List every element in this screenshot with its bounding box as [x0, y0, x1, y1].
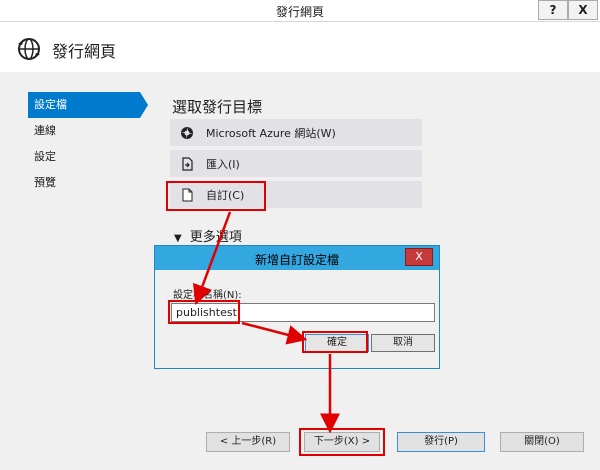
target-import-label: 匯入(I) [206, 157, 240, 171]
dialog-titlebar: 新增自訂設定檔 X [155, 246, 439, 270]
next-button[interactable]: 下一步(X) > [304, 432, 380, 452]
window-title: 發行網頁 [275, 5, 324, 19]
window-close-button[interactable]: X [568, 0, 598, 20]
window-titlebar: 發行網頁 ? X [0, 0, 600, 22]
nav-item-settings[interactable]: 設定 [28, 144, 140, 170]
target-azure-label: Microsoft Azure 網站(W) [206, 126, 336, 140]
more-options-toggle[interactable]: ▼ 更多選項 [174, 226, 242, 245]
nav-item-profile[interactable]: 設定檔 [28, 92, 148, 118]
target-azure[interactable]: Microsoft Azure 網站(W) [170, 119, 422, 146]
help-button[interactable]: ? [538, 0, 568, 20]
profile-name-label: 設定檔名稱(N): [173, 290, 242, 301]
target-import[interactable]: 匯入(I) [170, 150, 422, 177]
target-custom[interactable]: 自訂(C) [170, 181, 422, 208]
new-profile-dialog: 新增自訂設定檔 X 設定檔名稱(N): publishtest 確定 取消 [154, 245, 440, 369]
close-button[interactable]: 關閉(O) [500, 432, 584, 452]
wizard-nav: 設定檔 連線 設定 預覽 [28, 92, 148, 196]
ok-button[interactable]: 確定 [305, 334, 369, 352]
more-options-label: 更多選項 [189, 230, 242, 245]
import-icon [182, 156, 193, 171]
nav-item-connection[interactable]: 連線 [28, 118, 140, 144]
file-icon [182, 188, 193, 201]
previous-button[interactable]: < 上一步(R) [206, 432, 290, 452]
page-title: 發行網頁 [52, 42, 117, 61]
azure-icon [181, 126, 193, 139]
dialog-title: 新增自訂設定檔 [254, 253, 339, 267]
publish-target-list: Microsoft Azure 網站(W) 匯入(I) 自訂(C) [170, 119, 422, 212]
dialog-close-button[interactable]: X [405, 248, 433, 266]
globe-icon [18, 38, 40, 60]
publish-button[interactable]: 發行(P) [397, 432, 485, 452]
nav-item-preview[interactable]: 預覽 [28, 170, 140, 196]
target-custom-label: 自訂(C) [206, 188, 245, 202]
wizard-header: 發行網頁 [0, 22, 600, 72]
profile-name-input[interactable]: publishtest [171, 303, 435, 322]
section-title: 選取發行目標 [172, 98, 263, 116]
cancel-button[interactable]: 取消 [371, 334, 435, 352]
chevron-down-icon: ▼ [174, 233, 182, 244]
